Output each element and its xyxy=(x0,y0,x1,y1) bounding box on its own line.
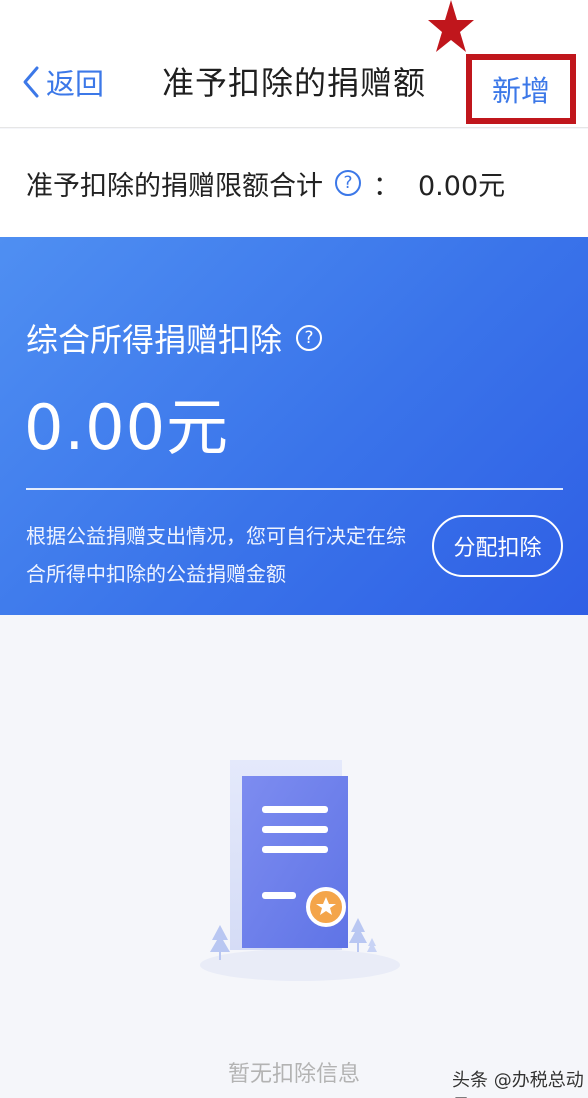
allocate-deduction-label: 分配扣除 xyxy=(453,536,542,561)
card-amount: 0.00元 xyxy=(24,391,230,464)
allocate-deduction-button[interactable]: 分配扣除 xyxy=(432,515,563,577)
comprehensive-income-donation-card: 综合所得捐赠扣除 ? 0.00元 根据公益捐赠支出情况，您可自行决定在综合所得中… xyxy=(0,237,588,615)
limit-colon: ： xyxy=(373,170,400,202)
question-circle-icon[interactable]: ? xyxy=(335,170,361,196)
navigation-bar: 返回 准予扣除的捐赠额 新增 xyxy=(0,0,588,128)
limit-value: 0.00元 xyxy=(418,170,506,202)
add-label: 新增 xyxy=(491,74,550,108)
card-title: 综合所得捐赠扣除 ? xyxy=(26,315,323,361)
card-description: 根据公益捐赠支出情况，您可自行决定在综合所得中扣除的公益捐赠金额 xyxy=(26,524,406,586)
card-title-text: 综合所得捐赠扣除 xyxy=(26,321,283,359)
add-button[interactable]: 新增 xyxy=(466,54,576,124)
watermark: 头条 @办税总动员 xyxy=(452,1070,584,1098)
limit-label: 准予扣除的捐赠限额合计 xyxy=(26,170,323,202)
question-circle-icon[interactable]: ? xyxy=(296,325,323,351)
donation-limit-row: 准予扣除的捐赠限额合计 ? ： 0.00元 xyxy=(0,129,588,237)
star-icon xyxy=(428,0,474,52)
card-divider xyxy=(26,488,563,490)
document-certificate-icon xyxy=(200,760,400,981)
